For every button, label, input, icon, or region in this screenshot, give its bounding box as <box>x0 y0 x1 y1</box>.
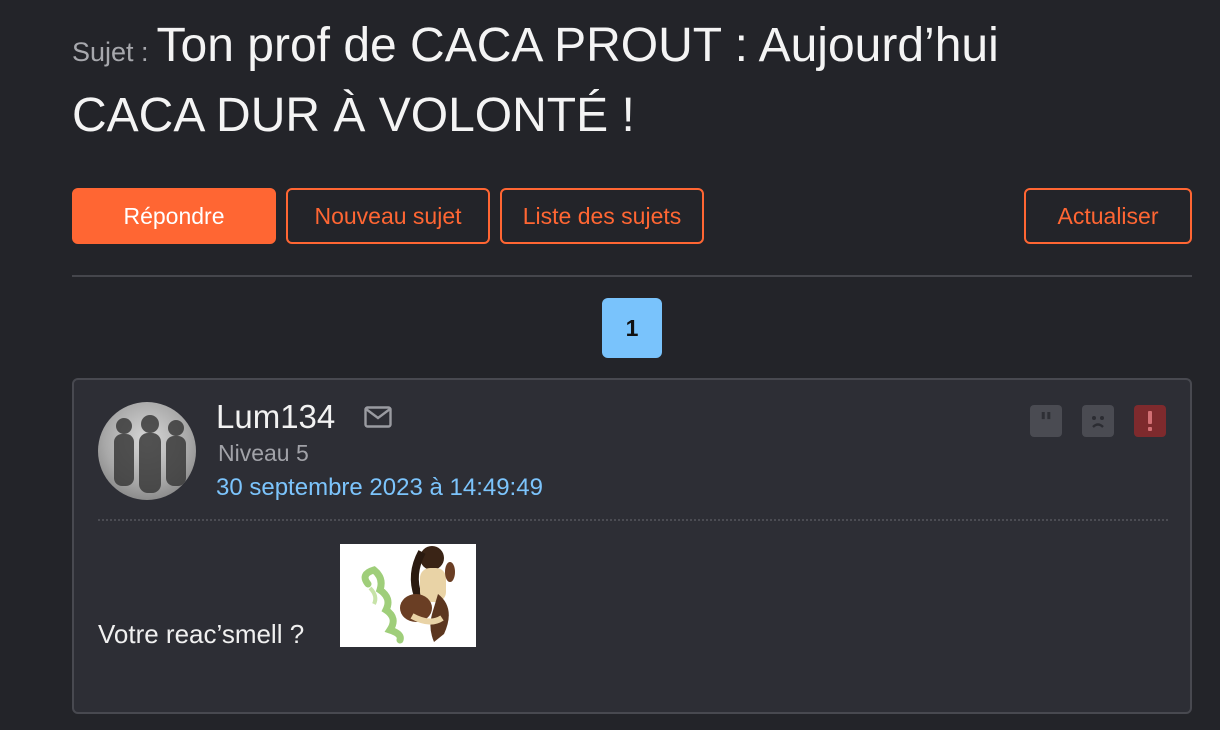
post-card: Lum134 Niveau 5 30 septembre 2023 à 14:4… <box>72 378 1192 714</box>
avatar-silhouettes <box>114 415 186 493</box>
mail-icon[interactable] <box>364 406 392 428</box>
avatar[interactable] <box>98 402 196 500</box>
report-icon[interactable] <box>1134 405 1166 437</box>
quote-icon[interactable]: " <box>1030 405 1062 437</box>
topic-title-text: Ton prof de CACA PROUT : Aujourd’hui CAC… <box>72 19 999 142</box>
toolbar-divider <box>72 275 1192 277</box>
topic-title: Sujet : Ton prof de CACA PROUT : Aujourd’… <box>72 14 1132 148</box>
new-topic-button[interactable]: Nouveau sujet <box>286 188 490 244</box>
author-level: Niveau 5 <box>218 440 309 466</box>
page-number-current[interactable]: 1 <box>602 298 662 358</box>
svg-text:": " <box>1039 411 1053 431</box>
reply-button[interactable]: Répondre <box>72 188 276 244</box>
topic-list-button[interactable]: Liste des sujets <box>500 188 704 244</box>
refresh-button[interactable]: Actualiser <box>1024 188 1192 244</box>
post-body-text: Votre reac’smell ? <box>98 619 305 649</box>
post-date[interactable]: 30 septembre 2023 à 14:49:49 <box>216 474 543 502</box>
sticker-image <box>340 544 476 647</box>
topic-prefix: Sujet : <box>72 37 149 67</box>
post-header-divider <box>98 519 1168 521</box>
sad-face-icon[interactable] <box>1082 405 1114 437</box>
post-author[interactable]: Lum134 <box>216 398 335 436</box>
